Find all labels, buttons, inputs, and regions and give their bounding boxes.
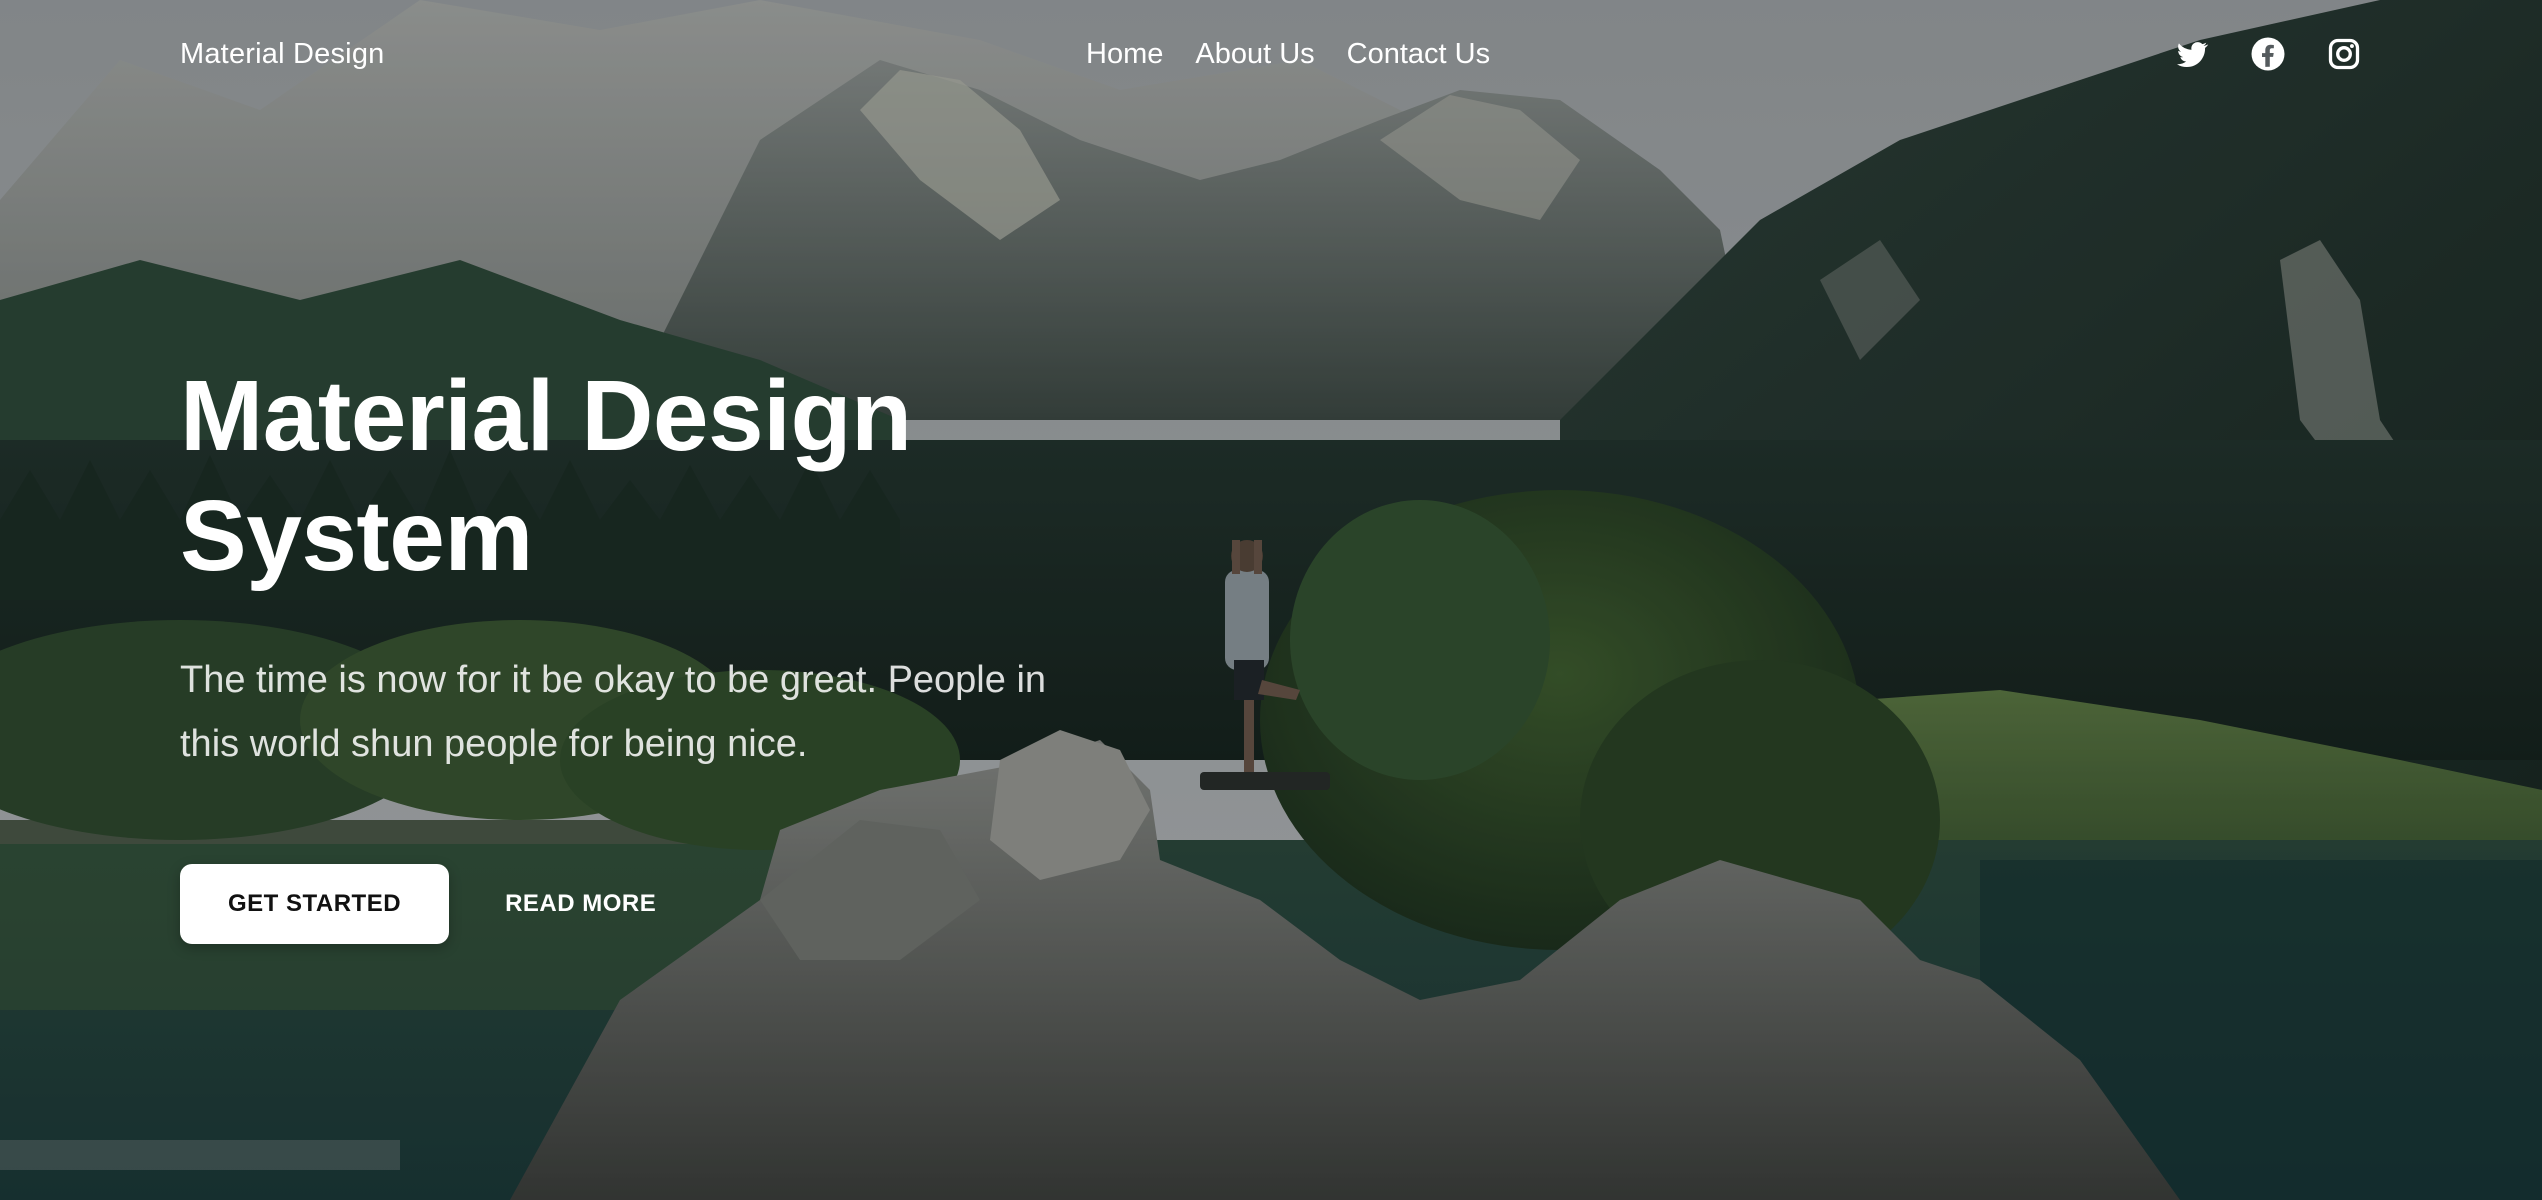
read-more-button[interactable]: READ MORE <box>505 890 656 918</box>
hero-subtitle: The time is now for it be okay to be gre… <box>180 659 1047 765</box>
instagram-icon[interactable] <box>2326 36 2362 72</box>
twitter-icon[interactable] <box>2174 36 2210 72</box>
facebook-icon[interactable] <box>2250 36 2286 72</box>
hero-section: Material Design Home About Us Contact Us… <box>0 0 2542 1200</box>
nav-link-contact-us[interactable]: Contact Us <box>1347 38 1490 71</box>
hero-title: Material Design System <box>180 360 912 592</box>
navbar: Material Design Home About Us Contact Us <box>0 0 2542 112</box>
hero-buttons: GET STARTED READ MORE <box>180 864 1280 944</box>
nav-link-home[interactable]: Home <box>1086 38 1163 71</box>
hero-content: Material Design System The time is now f… <box>180 356 1280 944</box>
get-started-button[interactable]: GET STARTED <box>180 864 450 944</box>
social-links <box>2174 36 2362 72</box>
brand-link[interactable]: Material Design <box>180 38 384 71</box>
nav-links: Home About Us Contact Us <box>1086 38 1490 71</box>
nav-link-about-us[interactable]: About Us <box>1195 38 1314 71</box>
